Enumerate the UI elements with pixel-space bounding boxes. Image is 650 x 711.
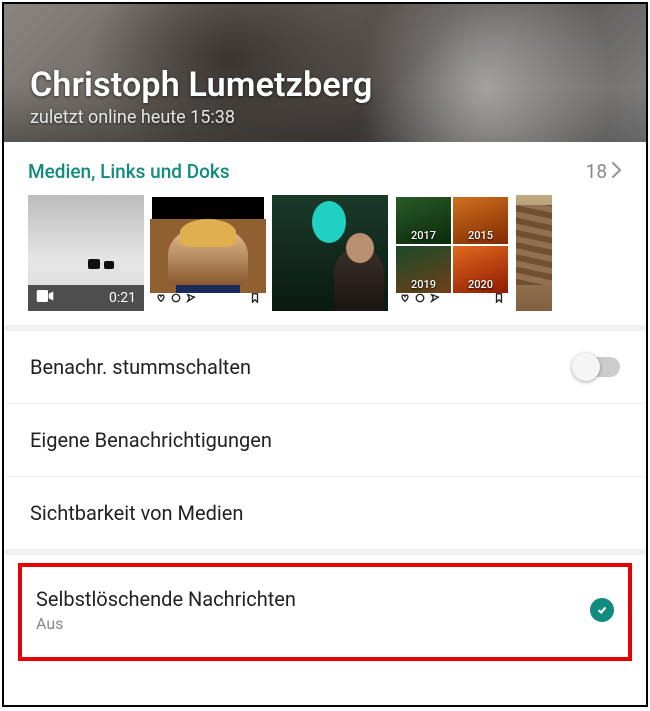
comment-icon — [415, 293, 425, 306]
disappearing-messages-row[interactable]: Selbstlöschende Nachrichten Aus — [22, 567, 628, 657]
chevron-right-icon — [611, 161, 622, 183]
media-section: Medien, Links und Doks 18 0:21 — [4, 142, 646, 331]
grid-cell: 2019 — [396, 246, 451, 293]
media-links-docs-row[interactable]: Medien, Links und Doks 18 — [4, 156, 646, 195]
mute-label: Benachr. stummschalten — [30, 355, 251, 379]
mute-toggle[interactable] — [574, 357, 620, 377]
check-badge-icon — [590, 598, 614, 622]
media-thumb-image[interactable]: 2017 2015 2019 2020 — [394, 195, 510, 311]
custom-notifications-label: Eigene Benachrichtigungen — [30, 428, 272, 452]
grid-cell: 2020 — [453, 246, 508, 293]
video-duration: 0:21 — [109, 290, 136, 306]
comment-icon — [171, 293, 181, 306]
media-thumb-image[interactable] — [150, 195, 266, 311]
video-icon — [36, 289, 54, 307]
media-thumb-image[interactable] — [272, 195, 388, 311]
media-visibility-row[interactable]: Sichtbarkeit von Medien — [4, 477, 646, 555]
share-icon — [186, 293, 196, 306]
instagram-icons — [400, 293, 504, 306]
media-count: 18 — [586, 160, 607, 183]
mute-notifications-row[interactable]: Benachr. stummschalten — [4, 331, 646, 404]
last-seen-status: zuletzt online heute 15:38 — [30, 107, 620, 128]
grid-cell: 2015 — [453, 197, 508, 244]
disappearing-title: Selbstlöschende Nachrichten — [36, 587, 296, 611]
bookmark-icon — [250, 293, 260, 306]
grid-cell: 2017 — [396, 197, 451, 244]
media-thumb-video[interactable]: 0:21 — [28, 195, 144, 311]
highlight-annotation: Selbstlöschende Nachrichten Aus — [18, 563, 632, 661]
contact-name: Christoph Lumetzberg — [30, 65, 620, 105]
media-count-wrap: 18 — [586, 160, 622, 183]
media-visibility-label: Sichtbarkeit von Medien — [30, 501, 243, 525]
heart-icon — [156, 293, 166, 306]
profile-header[interactable]: Christoph Lumetzberg zuletzt online heut… — [4, 4, 646, 142]
instagram-icons — [156, 293, 260, 306]
bookmark-icon — [494, 293, 504, 306]
share-icon — [430, 293, 440, 306]
settings-list: Benachr. stummschalten Eigene Benachrich… — [4, 331, 646, 661]
media-thumbnails[interactable]: 0:21 2017 2015 — [4, 195, 646, 321]
media-thumb-image[interactable] — [516, 195, 552, 311]
disappearing-value: Aus — [36, 614, 296, 633]
heart-icon — [400, 293, 410, 306]
media-section-title: Medien, Links und Doks — [28, 160, 230, 183]
custom-notifications-row[interactable]: Eigene Benachrichtigungen — [4, 404, 646, 477]
